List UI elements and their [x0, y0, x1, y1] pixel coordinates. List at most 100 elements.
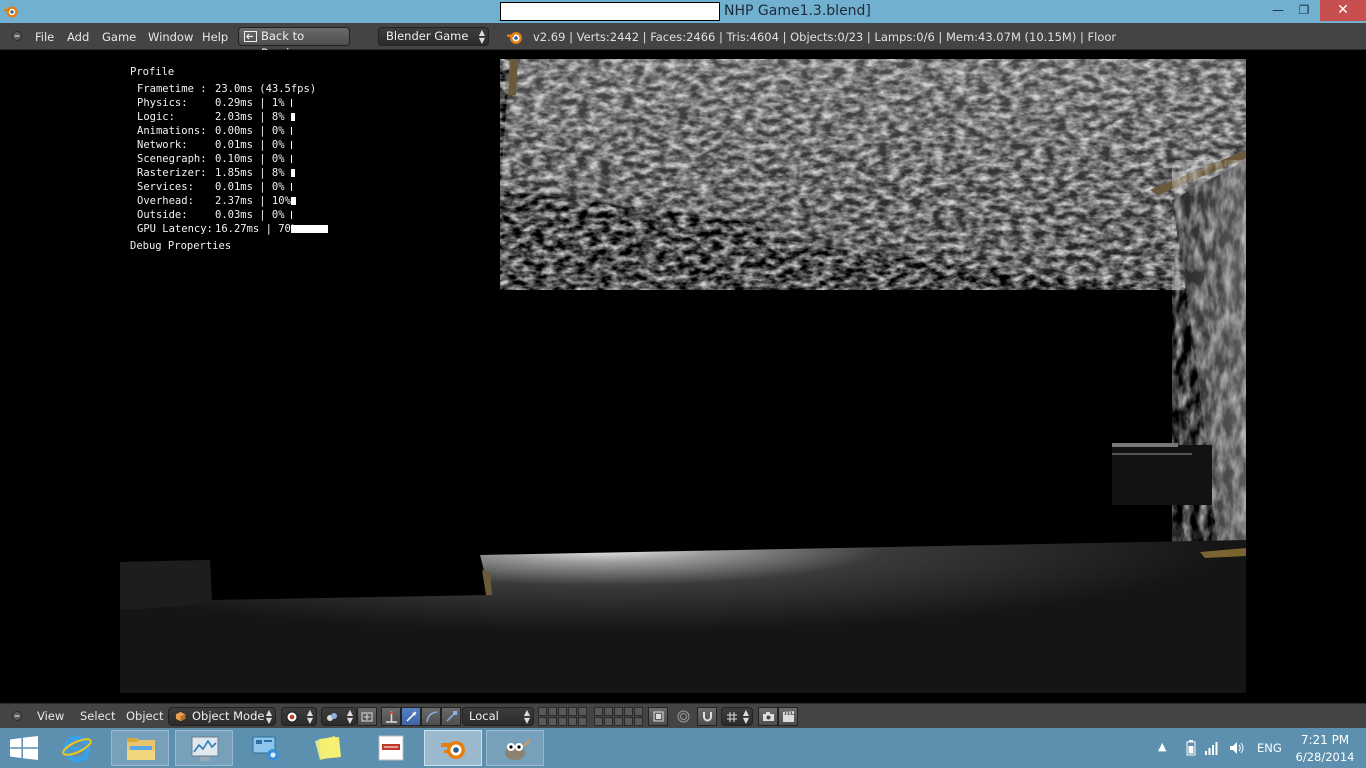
proportional-edit-icon: [677, 710, 690, 723]
snap-element-select[interactable]: ▲ ▼: [721, 707, 753, 726]
network-signal-icon[interactable]: [1204, 740, 1220, 756]
layer-button[interactable]: [594, 717, 603, 726]
menu-help[interactable]: Help: [202, 23, 228, 50]
monitor-chart-icon: [191, 736, 219, 761]
menu-object[interactable]: Object: [126, 704, 163, 729]
layer-button[interactable]: [614, 707, 623, 716]
taskbar-pdf-reader[interactable]: [362, 730, 420, 766]
back-to-previous-button[interactable]: Back to Previous: [238, 27, 350, 60]
rotate-icon: [406, 711, 417, 722]
interaction-mode-select[interactable]: Object Mode ▲ ▼: [168, 707, 276, 726]
render-engine-select[interactable]: Blender Game ▲ ▼: [378, 27, 489, 46]
game-viewport[interactable]: Profile Frametime : 23.0ms (43.5fps) Physi…: [0, 50, 1366, 703]
layer-buttons-a[interactable]: [538, 707, 587, 726]
scale-arrow-icon: [446, 711, 457, 722]
minimize-button[interactable]: —: [1266, 0, 1290, 21]
menu-view[interactable]: View: [37, 704, 64, 729]
scale-tool-button[interactable]: [441, 707, 461, 726]
profile-row-value: 0.01ms | 0%: [215, 139, 285, 151]
profile-row-bar: [291, 169, 295, 177]
taskbar-blender[interactable]: [424, 730, 482, 766]
layer-button[interactable]: [624, 717, 633, 726]
taskbar-internet-explorer[interactable]: [48, 730, 106, 766]
rotate-manipulator-button[interactable]: [401, 707, 421, 726]
translate-manipulator-button[interactable]: [381, 707, 401, 726]
internet-explorer-icon: [62, 735, 92, 763]
menu-file[interactable]: File: [35, 23, 54, 50]
layer-button[interactable]: [578, 707, 587, 716]
proportional-edit-button[interactable]: [673, 707, 693, 726]
profile-row-name: Frametime :: [137, 83, 207, 95]
transform-orientation-select[interactable]: Local ▲ ▼: [462, 707, 534, 726]
blender-app-icon[interactable]: [3, 3, 19, 19]
scale-manipulator-button[interactable]: [421, 707, 441, 726]
profile-row-bar: [291, 211, 292, 219]
curve-icon: [426, 711, 438, 723]
input-language-indicator[interactable]: ENG: [1257, 728, 1282, 768]
pivot-point-select[interactable]: ▲ ▼: [321, 707, 357, 726]
taskbar-gimp[interactable]: [486, 730, 544, 766]
profile-row-value: 0.03ms | 0%: [215, 209, 285, 221]
layer-button[interactable]: [538, 707, 547, 716]
layer-button[interactable]: [604, 707, 613, 716]
menu-game[interactable]: Game: [102, 23, 136, 50]
viewport-shading-select[interactable]: ▲ ▼: [281, 707, 317, 726]
header-collapse-icon[interactable]: [11, 30, 23, 42]
layer-button[interactable]: [634, 707, 643, 716]
menu-select[interactable]: Select: [80, 704, 115, 729]
layer-button[interactable]: [604, 717, 613, 726]
profile-row-bar: [291, 113, 295, 121]
profile-row-name: Animations:: [137, 125, 207, 137]
snap-toggle-button[interactable]: [697, 707, 717, 726]
window-titlebar: NHP Game1.3.blend] — ❐ ✕: [0, 0, 1366, 23]
profile-row-name: Rasterizer:: [137, 167, 207, 179]
profile-row-value: 0.00ms | 0%: [215, 125, 285, 137]
interaction-mode-label: Object Mode: [192, 709, 265, 723]
close-button[interactable]: ✕: [1320, 0, 1366, 21]
blender-icon: [441, 741, 465, 759]
layer-button[interactable]: [558, 707, 567, 716]
snap-grid-icon: [727, 712, 737, 722]
layer-button[interactable]: [568, 707, 577, 716]
volume-icon[interactable]: [1229, 740, 1245, 756]
profile-row-value: 0.10ms | 0%: [215, 153, 285, 165]
layer-button[interactable]: [548, 717, 557, 726]
layer-button[interactable]: [568, 717, 577, 726]
layer-button[interactable]: [578, 717, 587, 726]
layer-button[interactable]: [624, 707, 633, 716]
show-hidden-icons-button[interactable]: ▲: [1158, 740, 1166, 756]
header-collapse-icon[interactable]: [11, 710, 23, 722]
layer-button[interactable]: [634, 717, 643, 726]
profile-row-name: Scenegraph:: [137, 153, 207, 165]
layer-buttons-b[interactable]: [594, 707, 643, 726]
render-opengl-button[interactable]: [758, 707, 778, 726]
menu-add[interactable]: Add: [67, 23, 89, 50]
manipulator-toggle-button[interactable]: [357, 707, 377, 726]
back-arrow-icon: [244, 31, 257, 42]
profile-row-bar: [291, 141, 292, 149]
profile-row-value: 2.03ms | 8%: [215, 111, 285, 123]
info-header: File Add Game Window Help Back to Previo…: [0, 23, 1366, 60]
windows-start-icon[interactable]: [10, 736, 38, 760]
clock-time[interactable]: 7:21 PM: [1295, 733, 1355, 747]
clock-date[interactable]: 6/28/2014: [1295, 750, 1355, 764]
profile-row-name: Services:: [137, 181, 194, 193]
taskbar-file-explorer[interactable]: [111, 730, 169, 766]
menu-window[interactable]: Window: [148, 23, 193, 50]
taskbar-sticky-notes[interactable]: [300, 730, 358, 766]
render-animation-button[interactable]: [778, 707, 798, 726]
layer-button[interactable]: [548, 707, 557, 716]
restore-button[interactable]: ❐: [1292, 0, 1316, 21]
title-redacted-region: [500, 2, 720, 21]
layer-button[interactable]: [594, 707, 603, 716]
layer-button[interactable]: [558, 717, 567, 726]
layer-button[interactable]: [614, 717, 623, 726]
lock-layers-button[interactable]: [648, 707, 668, 726]
taskbar-control-panel[interactable]: [238, 730, 296, 766]
updown-arrows-icon: ▲ ▼: [742, 708, 749, 725]
profile-row-name: Outside:: [137, 209, 188, 221]
translate-arrow-icon: [386, 711, 397, 723]
battery-icon[interactable]: [1186, 740, 1196, 756]
layer-button[interactable]: [538, 717, 547, 726]
taskbar-resource-monitor[interactable]: [175, 730, 233, 766]
